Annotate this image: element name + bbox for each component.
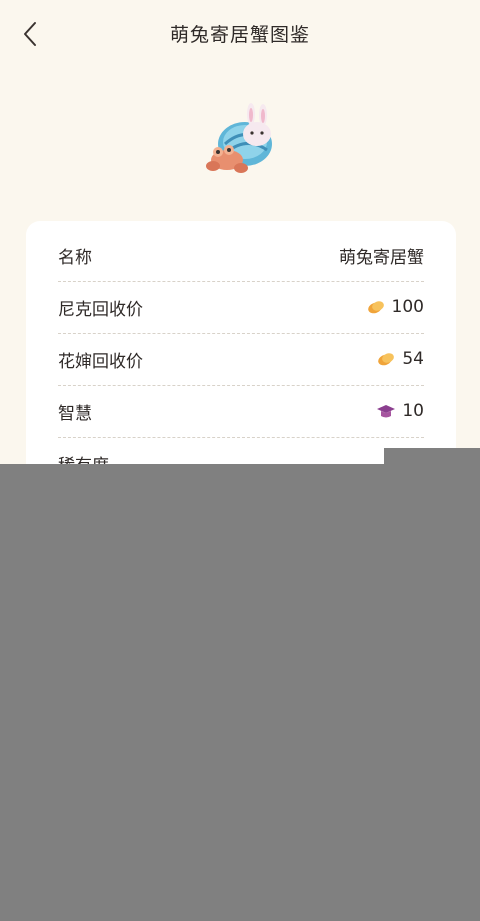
row-value: 100 <box>366 297 424 317</box>
modal-overlay-corner <box>384 448 480 464</box>
coin-icon <box>366 297 386 317</box>
row-label: 名称 <box>58 247 92 268</box>
value-text: 54 <box>402 349 424 369</box>
coin-icon <box>376 349 396 369</box>
value-text: 10 <box>402 401 424 421</box>
row-label: 智慧 <box>58 403 92 424</box>
row-label: 花婶回收价 <box>58 351 143 372</box>
row-value: 萌兔寄居蟹 <box>339 243 424 268</box>
hermit-crab-illustration <box>205 100 280 180</box>
row-value: 54 <box>376 349 424 369</box>
page-title: 萌兔寄居蟹图鉴 <box>169 24 310 46</box>
row-aunt-recycle-price: 花婶回收价 54 <box>58 333 424 386</box>
value-text: 100 <box>391 297 424 317</box>
row-value: 10 <box>376 401 424 421</box>
graduation-cap-icon <box>376 401 396 421</box>
row-wisdom: 智慧 10 <box>58 385 424 438</box>
modal-overlay[interactable] <box>0 464 480 921</box>
row-name: 名称 萌兔寄居蟹 <box>58 229 424 282</box>
header: 萌兔寄居蟹图鉴 <box>0 0 480 68</box>
row-nick-recycle-price: 尼克回收价 100 <box>58 281 424 334</box>
value-text: 萌兔寄居蟹 <box>339 247 424 268</box>
row-label: 尼克回收价 <box>58 299 143 320</box>
